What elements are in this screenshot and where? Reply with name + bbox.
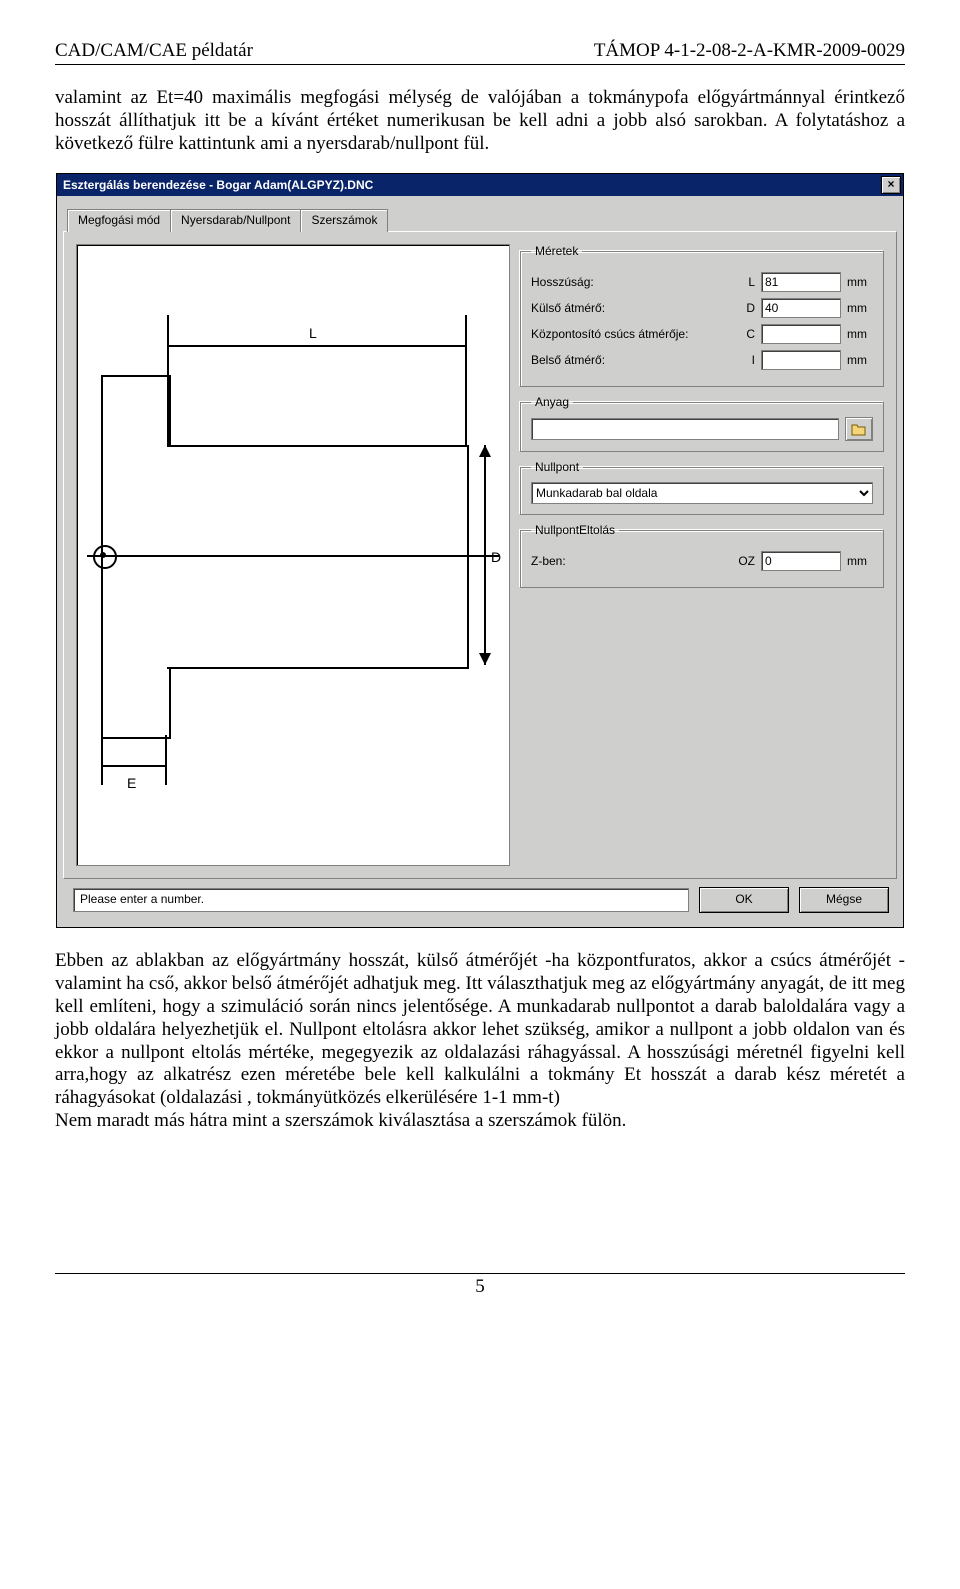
input-belso[interactable] [761,350,841,370]
page-header: CAD/CAM/CAE példatár TÁMOP 4-1-2-08-2-A-… [55,40,905,65]
page-number: 5 [55,1273,905,1298]
tab-nyersdarab[interactable]: Nyersdarab/Nullpont [170,209,301,232]
group-meretek: Méretek Hosszúság: L mm Külső átmérő: D … [520,244,884,387]
sym-oz: OZ [725,554,755,568]
group-nullpont: Nullpont Munkadarab bal oldala [520,460,884,515]
label-belso: Belső átmérő: [531,353,727,367]
unit-d: mm [847,301,873,315]
input-anyag[interactable] [531,418,839,440]
cancel-button[interactable]: Mégse [799,887,889,913]
paragraph-1: valamint az Et=40 maximális megfogási mé… [55,87,905,155]
dim-label-d: D [491,549,501,565]
input-zben[interactable] [761,551,841,571]
unit-i: mm [847,353,873,367]
folder-open-icon [851,422,867,436]
input-csucs[interactable] [761,324,841,344]
sym-c: C [733,327,755,341]
legend-nullpont: Nullpont [531,460,583,474]
browse-material-button[interactable] [845,417,873,441]
tab-strip: Megfogási mód Nyersdarab/Nullpont Szersz… [63,208,897,231]
tab-szerszamok[interactable]: Szerszámok [300,209,388,232]
tab-megfogasi[interactable]: Megfogási mód [67,209,171,232]
dim-label-e: E [127,775,136,791]
group-anyag: Anyag [520,395,884,452]
dialog-window: Esztergálás berendezése - Bogar Adam(ALG… [56,173,904,928]
paragraph-2: Ebben az ablakban az előgyártmány hosszá… [55,950,905,1132]
legend-anyag: Anyag [531,395,573,409]
input-hosszusag[interactable] [761,272,841,292]
label-csucs: Központosító csúcs átmérője: [531,327,727,341]
close-icon[interactable]: × [881,176,901,194]
titlebar[interactable]: Esztergálás berendezése - Bogar Adam(ALG… [57,174,903,196]
sym-l: L [733,275,755,289]
legend-eltolas: NullpontEltolás [531,523,619,537]
tab-content: L D E Méretek [63,231,897,879]
dialog-title: Esztergálás berendezése - Bogar Adam(ALG… [63,178,373,192]
sym-d: D [733,301,755,315]
unit-oz: mm [847,554,873,568]
unit-c: mm [847,327,873,341]
input-kulso[interactable] [761,298,841,318]
header-left: CAD/CAM/CAE példatár [55,40,253,62]
drawing-pane: L D E [76,244,510,866]
dim-label-l: L [309,325,317,341]
unit-l: mm [847,275,873,289]
group-eltolas: NullpontEltolás Z-ben: OZ mm [520,523,884,588]
combo-nullpont[interactable]: Munkadarab bal oldala [531,482,873,504]
label-zben: Z-ben: [531,554,719,568]
status-text: Please enter a number. [73,888,689,912]
header-right: TÁMOP 4-1-2-08-2-A-KMR-2009-0029 [594,40,905,62]
label-kulso: Külső átmérő: [531,301,727,315]
ok-button[interactable]: OK [699,887,789,913]
sym-i: I [733,353,755,367]
legend-meretek: Méretek [531,244,582,258]
label-hosszusag: Hosszúság: [531,275,727,289]
